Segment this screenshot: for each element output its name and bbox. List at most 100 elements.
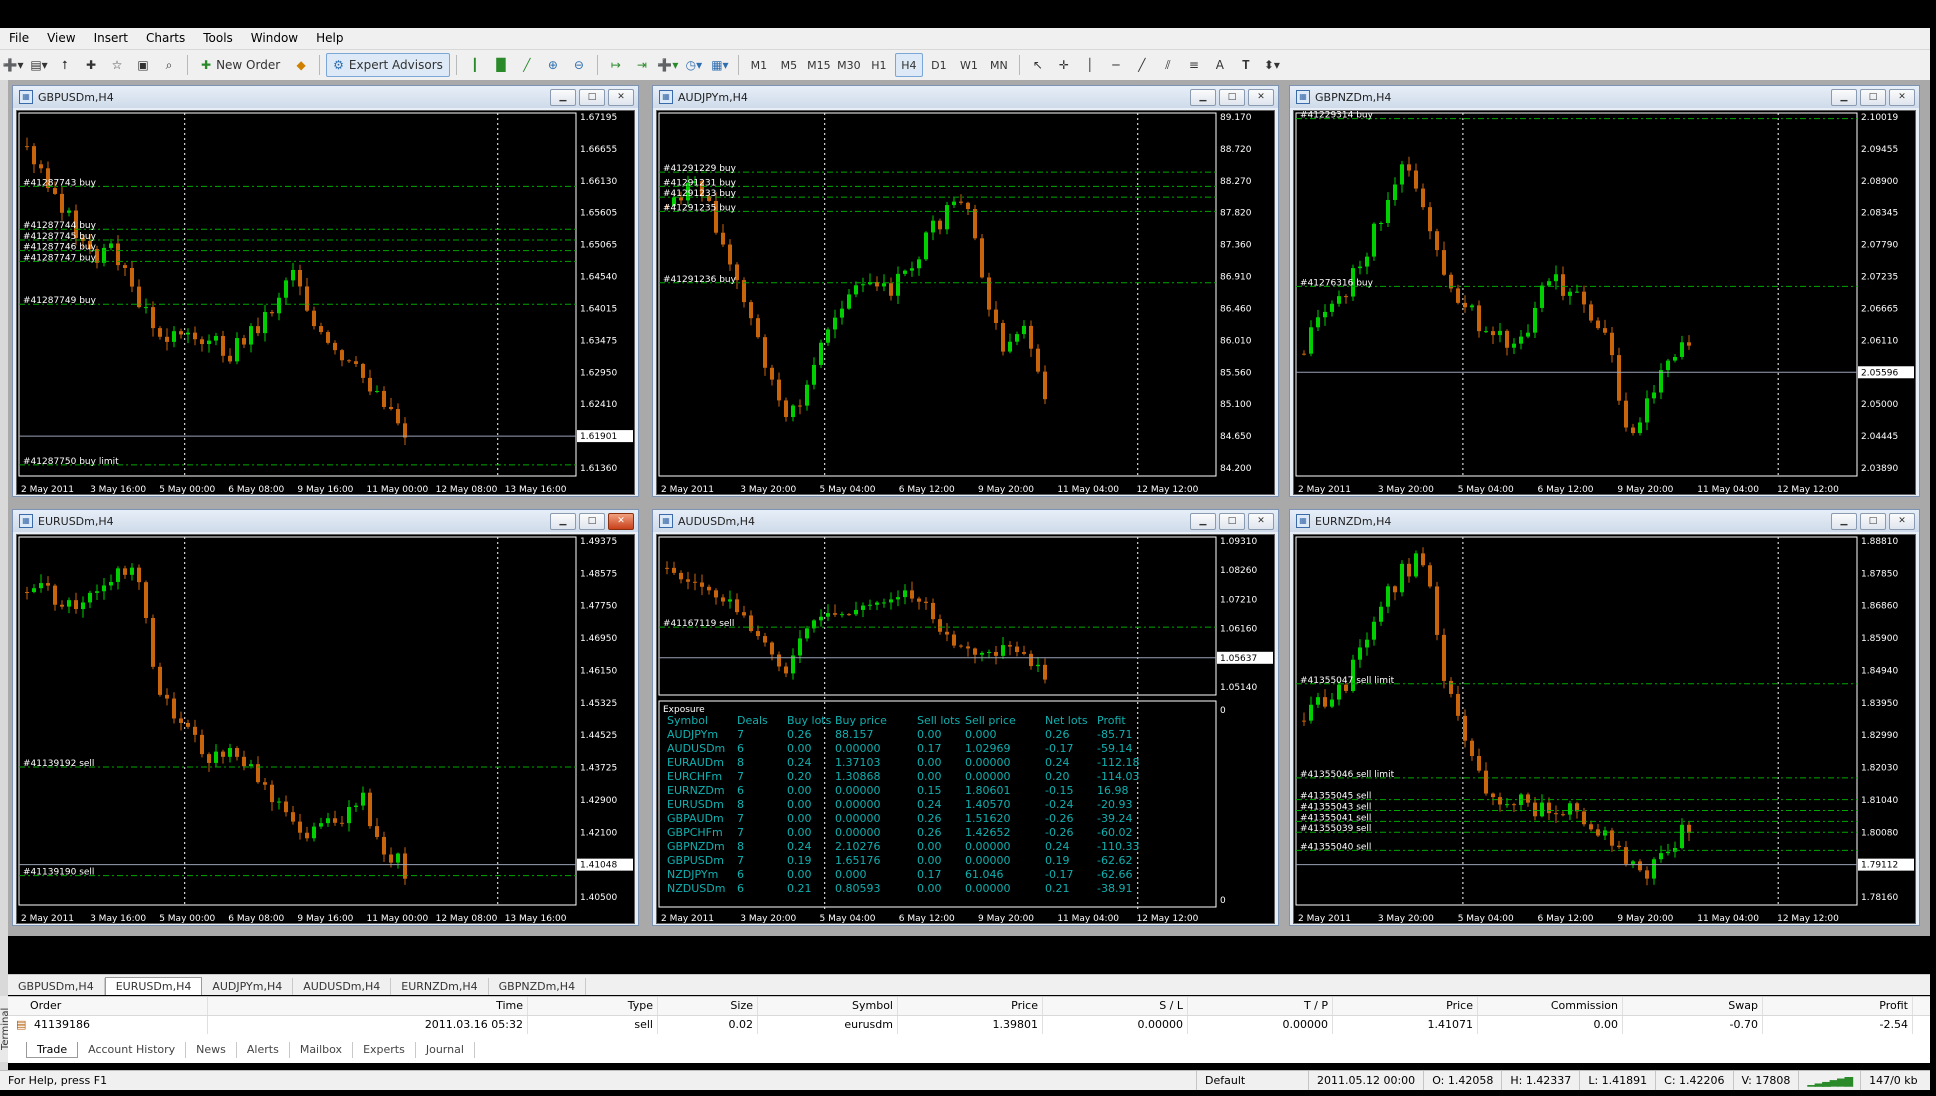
menu-window[interactable]: Window (242, 28, 307, 49)
chart-title-bar[interactable]: ▦ EURNZDm,H4 ▁ □ ✕ (1290, 510, 1919, 532)
terminal-column-header[interactable]: Order (8, 997, 208, 1015)
menu-tools[interactable]: Tools (194, 28, 242, 49)
price-chart[interactable]: #41167119 sell 1.09310 1.08260 1.07210 1.061… (656, 534, 1275, 924)
new-chart-button[interactable]: ➕▾ (1, 53, 25, 77)
strategy-tester-button[interactable]: ⌕ (157, 53, 181, 77)
timeframe-m5[interactable]: M5 (775, 53, 803, 77)
chart-tab[interactable]: GBPNZDm,H4 (489, 978, 587, 995)
fibonacci-icon[interactable]: ≡ (1182, 53, 1206, 77)
chart-title-bar[interactable]: ▦ GBPUSDm,H4 ▁ □ ✕ (13, 86, 638, 108)
maximize-icon[interactable]: □ (579, 89, 605, 106)
timeframe-m15[interactable]: M15 (805, 53, 833, 77)
zoom-in-icon[interactable]: ⊕ (541, 53, 565, 77)
terminal-column-header[interactable]: T / P (1188, 997, 1333, 1015)
data-window-button[interactable]: ☆ (105, 53, 129, 77)
chart-title-bar[interactable]: ▦ AUDJPYm,H4 ▁ □ ✕ (653, 86, 1278, 108)
expert-advisors-button[interactable]: ⚙ Expert Advisors (326, 53, 450, 77)
minimize-icon[interactable]: ▁ (1831, 89, 1857, 106)
maximize-icon[interactable]: □ (1219, 89, 1245, 106)
order-row[interactable]: ▤ 41139186 2011.03.16 05:32 sell 0.02 eurusdm… (8, 1016, 1930, 1034)
timeframe-h4[interactable]: H4 (894, 53, 923, 77)
chart-window-eurusd[interactable]: ▦ EURUSDm,H4 ▁ □ ✕ #41139192 sell #411391… (12, 509, 639, 926)
chart-tab[interactable]: AUDUSDm,H4 (293, 978, 392, 995)
chart-tab[interactable]: GBPUSDm,H4 (8, 978, 105, 995)
chart-shift-icon[interactable]: ⇥ (630, 53, 654, 77)
horizontal-line-icon[interactable]: ─ (1104, 53, 1128, 77)
crosshair-icon[interactable]: ✛ (1052, 53, 1076, 77)
chart-window-audjpy[interactable]: ▦ AUDJPYm,H4 ▁ □ ✕ #41291229 buy #4129123… (652, 85, 1279, 497)
timeframe-mn[interactable]: MN (985, 53, 1013, 77)
chart-title-bar[interactable]: ▦ GBPNZDm,H4 ▁ □ ✕ (1290, 86, 1919, 108)
terminal-button[interactable]: ▣ (131, 53, 155, 77)
indicators-icon[interactable]: ➕▾ (656, 53, 680, 77)
close-icon[interactable]: ✕ (608, 89, 634, 106)
chart-window-gbpnzd[interactable]: ▦ GBPNZDm,H4 ▁ □ ✕ #41229314 buy #4127631… (1289, 85, 1920, 497)
minimize-icon[interactable]: ▁ (1831, 513, 1857, 530)
terminal-tab-experts[interactable]: Experts (353, 1042, 416, 1058)
timeframe-h1[interactable]: H1 (865, 53, 893, 77)
terminal-column-header[interactable]: Price (1333, 997, 1478, 1015)
maximize-icon[interactable]: □ (1219, 513, 1245, 530)
close-icon[interactable]: ✕ (608, 513, 634, 530)
price-chart[interactable]: #41139192 sell #41139190 sell 1.49375 1.485… (16, 534, 635, 924)
maximize-icon[interactable]: □ (1860, 89, 1886, 106)
menu-view[interactable]: View (38, 28, 84, 49)
terminal-column-header[interactable]: Size (658, 997, 758, 1015)
chart-title-bar[interactable]: ▦ EURUSDm,H4 ▁ □ ✕ (13, 510, 638, 532)
terminal-column-header[interactable]: Profit (1763, 997, 1913, 1015)
timeframe-m30[interactable]: M30 (835, 53, 863, 77)
chart-window-audusd[interactable]: ▦ AUDUSDm,H4 ▁ □ ✕ #41167119 sell 1.09310… (652, 509, 1279, 926)
arrows-icon[interactable]: ⬍▾ (1260, 53, 1284, 77)
text-label-icon[interactable]: 𝐓 (1234, 53, 1258, 77)
terminal-column-header[interactable]: Commission (1478, 997, 1623, 1015)
trendline-icon[interactable]: ╱ (1130, 53, 1154, 77)
terminal-tab-trade[interactable]: Trade (26, 1042, 79, 1058)
maximize-icon[interactable]: □ (579, 513, 605, 530)
price-chart[interactable]: #41229314 buy #41276316 buy 2.10019 2.09455… (1293, 110, 1916, 495)
chart-tab[interactable]: EURNZDm,H4 (391, 978, 489, 995)
price-chart[interactable]: #41291229 buy #41291231 buy #41291233 buy #… (656, 110, 1275, 495)
minimize-icon[interactable]: ▁ (550, 513, 576, 530)
periods-icon[interactable]: ◷▾ (682, 53, 706, 77)
terminal-tab-account-history[interactable]: Account History (78, 1042, 187, 1058)
navigator-button[interactable]: ✚ (79, 53, 103, 77)
terminal-tab-alerts[interactable]: Alerts (237, 1042, 290, 1058)
text-tool-icon[interactable]: A (1208, 53, 1232, 77)
timeframe-m1[interactable]: M1 (745, 53, 773, 77)
timeframe-w1[interactable]: W1 (955, 53, 983, 77)
chart-tab[interactable]: AUDJPYm,H4 (202, 978, 294, 995)
chart-window-eurnzd[interactable]: ▦ EURNZDm,H4 ▁ □ ✕ #41355047 sell limit #… (1289, 509, 1920, 926)
minimize-icon[interactable]: ▁ (550, 89, 576, 106)
menu-insert[interactable]: Insert (85, 28, 137, 49)
candlestick-icon[interactable]: █ (489, 53, 513, 77)
terminal-tab-journal[interactable]: Journal (416, 1042, 475, 1058)
terminal-tab-news[interactable]: News (186, 1042, 237, 1058)
chart-tab[interactable]: EURUSDm,H4 (104, 977, 203, 995)
templates-icon[interactable]: ▦▾ (708, 53, 732, 77)
timeframe-d1[interactable]: D1 (925, 53, 953, 77)
close-icon[interactable]: ✕ (1889, 513, 1915, 530)
close-icon[interactable]: ✕ (1248, 513, 1274, 530)
cursor-icon[interactable]: ↖ (1026, 53, 1050, 77)
terminal-tab-mailbox[interactable]: Mailbox (290, 1042, 354, 1058)
menu-charts[interactable]: Charts (137, 28, 194, 49)
terminal-column-header[interactable]: Time (208, 997, 528, 1015)
vertical-line-icon[interactable]: │ (1078, 53, 1102, 77)
menu-file[interactable]: File (0, 28, 38, 49)
auto-scroll-icon[interactable]: ↦ (604, 53, 628, 77)
terminal-column-header[interactable]: Swap (1623, 997, 1763, 1015)
zoom-out-icon[interactable]: ⊖ (567, 53, 591, 77)
price-chart[interactable]: #41287743 buy #41287744 buy #41287745 buy #… (16, 110, 635, 495)
channel-icon[interactable]: ⫽ (1156, 53, 1180, 77)
minimize-icon[interactable]: ▁ (1190, 513, 1216, 530)
close-icon[interactable]: ✕ (1889, 89, 1915, 106)
terminal-column-header[interactable]: S / L (1043, 997, 1188, 1015)
price-chart[interactable]: #41355047 sell limit #41355046 sell limit… (1293, 534, 1916, 924)
bar-chart-icon[interactable]: ┃ (463, 53, 487, 77)
terminal-column-header[interactable]: Type (528, 997, 658, 1015)
terminal-column-header[interactable]: Price (898, 997, 1043, 1015)
close-icon[interactable]: ✕ (1248, 89, 1274, 106)
terminal-column-header[interactable]: Symbol (758, 997, 898, 1015)
chart-title-bar[interactable]: ▦ AUDUSDm,H4 ▁ □ ✕ (653, 510, 1278, 532)
maximize-icon[interactable]: □ (1860, 513, 1886, 530)
